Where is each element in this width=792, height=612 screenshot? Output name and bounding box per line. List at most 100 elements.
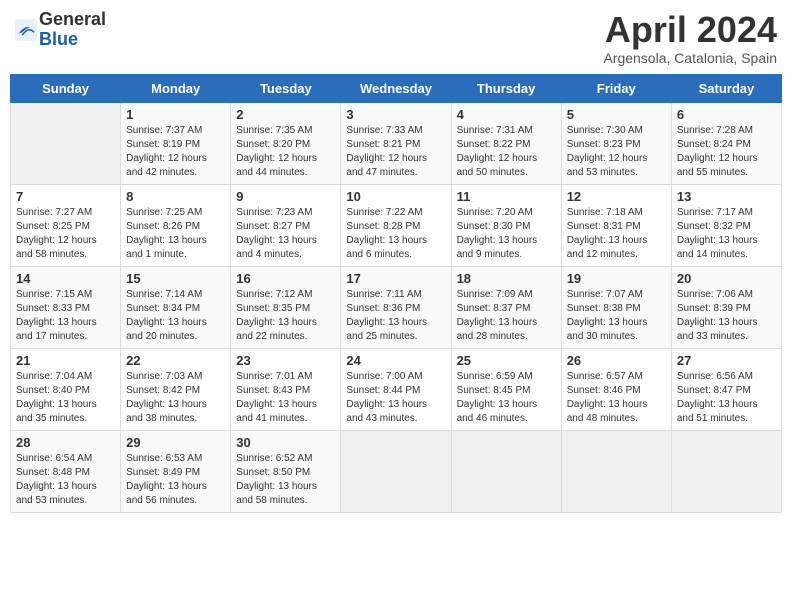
calendar-cell (451, 430, 561, 512)
calendar-cell (341, 430, 451, 512)
day-info: Sunrise: 7:18 AMSunset: 8:31 PMDaylight:… (567, 206, 666, 262)
day-info: Sunrise: 7:30 AMSunset: 8:23 PMDaylight:… (567, 124, 666, 180)
day-number: 25 (457, 353, 556, 368)
calendar-cell: 26 Sunrise: 6:57 AMSunset: 8:46 PMDayligh… (561, 348, 671, 430)
day-number: 5 (567, 107, 666, 122)
calendar-cell: 27 Sunrise: 6:56 AMSunset: 8:47 PMDayligh… (671, 348, 781, 430)
month-title: April 2024 (603, 10, 777, 50)
day-number: 19 (567, 271, 666, 286)
day-number: 27 (677, 353, 776, 368)
day-number: 26 (567, 353, 666, 368)
day-number: 30 (236, 435, 335, 450)
day-info: Sunrise: 7:31 AMSunset: 8:22 PMDaylight:… (457, 124, 556, 180)
day-info: Sunrise: 7:33 AMSunset: 8:21 PMDaylight:… (346, 124, 445, 180)
calendar-cell: 12 Sunrise: 7:18 AMSunset: 8:31 PMDayligh… (561, 184, 671, 266)
calendar-cell: 2 Sunrise: 7:35 AMSunset: 8:20 PMDaylight… (231, 102, 341, 184)
day-number: 12 (567, 189, 666, 204)
calendar-cell: 20 Sunrise: 7:06 AMSunset: 8:39 PMDayligh… (671, 266, 781, 348)
calendar-header-sunday: Sunday (11, 74, 121, 102)
calendar-cell: 16 Sunrise: 7:12 AMSunset: 8:35 PMDayligh… (231, 266, 341, 348)
day-number: 8 (126, 189, 225, 204)
day-info: Sunrise: 7:35 AMSunset: 8:20 PMDaylight:… (236, 124, 335, 180)
day-info: Sunrise: 7:09 AMSunset: 8:37 PMDaylight:… (457, 288, 556, 344)
calendar-cell (671, 430, 781, 512)
day-number: 29 (126, 435, 225, 450)
calendar-header-monday: Monday (121, 74, 231, 102)
day-info: Sunrise: 7:03 AMSunset: 8:42 PMDaylight:… (126, 370, 225, 426)
calendar-cell: 11 Sunrise: 7:20 AMSunset: 8:30 PMDayligh… (451, 184, 561, 266)
page-header: General Blue April 2024 Argensola, Catal… (10, 10, 782, 66)
calendar-cell: 18 Sunrise: 7:09 AMSunset: 8:37 PMDayligh… (451, 266, 561, 348)
day-number: 13 (677, 189, 776, 204)
day-info: Sunrise: 7:11 AMSunset: 8:36 PMDaylight:… (346, 288, 445, 344)
day-number: 11 (457, 189, 556, 204)
calendar-week-row: 14Sunrise: 7:15 AMSunset: 8:33 PMDayligh… (11, 266, 782, 348)
day-number: 28 (16, 435, 115, 450)
calendar-cell: 22 Sunrise: 7:03 AMSunset: 8:42 PMDayligh… (121, 348, 231, 430)
calendar-week-row: 28 Sunrise: 6:54 AMSunset: 8:48 PMDayligh… (11, 430, 782, 512)
calendar-week-row: 21 Sunrise: 7:04 AMSunset: 8:40 PMDayligh… (11, 348, 782, 430)
day-info: Sunrise: 6:54 AMSunset: 8:48 PMDaylight:… (16, 452, 115, 508)
calendar-header-tuesday: Tuesday (231, 74, 341, 102)
day-info: Sunrise: 7:06 AMSunset: 8:39 PMDaylight:… (677, 288, 776, 344)
calendar-cell: 10Sunrise: 7:22 AMSunset: 8:28 PMDayligh… (341, 184, 451, 266)
calendar-cell: 28 Sunrise: 6:54 AMSunset: 8:48 PMDayligh… (11, 430, 121, 512)
calendar-cell: 21 Sunrise: 7:04 AMSunset: 8:40 PMDayligh… (11, 348, 121, 430)
title-block: April 2024 Argensola, Catalonia, Spain (603, 10, 777, 66)
calendar-cell: 3 Sunrise: 7:33 AMSunset: 8:21 PMDaylight… (341, 102, 451, 184)
logo: General Blue (15, 10, 106, 50)
day-number: 20 (677, 271, 776, 286)
calendar-cell: 19Sunrise: 7:07 AMSunset: 8:38 PMDayligh… (561, 266, 671, 348)
day-info: Sunrise: 7:00 AMSunset: 8:44 PMDaylight:… (346, 370, 445, 426)
day-number: 9 (236, 189, 335, 204)
day-number: 16 (236, 271, 335, 286)
calendar-header-row: SundayMondayTuesdayWednesdayThursdayFrid… (11, 74, 782, 102)
calendar-cell: 15 Sunrise: 7:14 AMSunset: 8:34 PMDayligh… (121, 266, 231, 348)
calendar-cell: 7Sunrise: 7:27 AMSunset: 8:25 PMDaylight… (11, 184, 121, 266)
day-info: Sunrise: 6:57 AMSunset: 8:46 PMDaylight:… (567, 370, 666, 426)
calendar-table: SundayMondayTuesdayWednesdayThursdayFrid… (10, 74, 782, 513)
calendar-week-row: 7Sunrise: 7:27 AMSunset: 8:25 PMDaylight… (11, 184, 782, 266)
calendar-header-saturday: Saturday (671, 74, 781, 102)
day-number: 18 (457, 271, 556, 286)
calendar-cell: 8Sunrise: 7:25 AMSunset: 8:26 PMDaylight… (121, 184, 231, 266)
day-number: 2 (236, 107, 335, 122)
day-info: Sunrise: 7:23 AMSunset: 8:27 PMDaylight:… (236, 206, 335, 262)
calendar-header-thursday: Thursday (451, 74, 561, 102)
logo-blue: Blue (39, 29, 78, 49)
day-number: 3 (346, 107, 445, 122)
day-info: Sunrise: 6:56 AMSunset: 8:47 PMDaylight:… (677, 370, 776, 426)
day-info: Sunrise: 6:59 AMSunset: 8:45 PMDaylight:… (457, 370, 556, 426)
calendar-cell: 23Sunrise: 7:01 AMSunset: 8:43 PMDayligh… (231, 348, 341, 430)
day-number: 4 (457, 107, 556, 122)
calendar-cell: 9 Sunrise: 7:23 AMSunset: 8:27 PMDaylight… (231, 184, 341, 266)
calendar-cell: 17 Sunrise: 7:11 AMSunset: 8:36 PMDayligh… (341, 266, 451, 348)
calendar-header-friday: Friday (561, 74, 671, 102)
day-info: Sunrise: 7:04 AMSunset: 8:40 PMDaylight:… (16, 370, 115, 426)
day-number: 21 (16, 353, 115, 368)
calendar-cell: 24 Sunrise: 7:00 AMSunset: 8:44 PMDayligh… (341, 348, 451, 430)
logo-general: General (39, 9, 106, 29)
day-info: Sunrise: 6:53 AMSunset: 8:49 PMDaylight:… (126, 452, 225, 508)
day-number: 10 (346, 189, 445, 204)
day-info: Sunrise: 7:20 AMSunset: 8:30 PMDaylight:… (457, 206, 556, 262)
day-info: Sunrise: 7:12 AMSunset: 8:35 PMDaylight:… (236, 288, 335, 344)
day-number: 24 (346, 353, 445, 368)
day-info: Sunrise: 7:01 AMSunset: 8:43 PMDaylight:… (236, 370, 335, 426)
day-number: 15 (126, 271, 225, 286)
location: Argensola, Catalonia, Spain (603, 50, 777, 66)
calendar-week-row: 1Sunrise: 7:37 AMSunset: 8:19 PMDaylight… (11, 102, 782, 184)
calendar-cell: 6Sunrise: 7:28 AMSunset: 8:24 PMDaylight… (671, 102, 781, 184)
day-number: 14 (16, 271, 115, 286)
calendar-cell: 4 Sunrise: 7:31 AMSunset: 8:22 PMDaylight… (451, 102, 561, 184)
calendar-cell: 1Sunrise: 7:37 AMSunset: 8:19 PMDaylight… (121, 102, 231, 184)
day-number: 22 (126, 353, 225, 368)
logo-icon (15, 19, 37, 41)
day-info: Sunrise: 7:27 AMSunset: 8:25 PMDaylight:… (16, 206, 115, 262)
day-info: Sunrise: 7:37 AMSunset: 8:19 PMDaylight:… (126, 124, 225, 180)
day-number: 17 (346, 271, 445, 286)
calendar-cell (11, 102, 121, 184)
calendar-cell: 14Sunrise: 7:15 AMSunset: 8:33 PMDayligh… (11, 266, 121, 348)
day-info: Sunrise: 6:52 AMSunset: 8:50 PMDaylight:… (236, 452, 335, 508)
day-info: Sunrise: 7:14 AMSunset: 8:34 PMDaylight:… (126, 288, 225, 344)
